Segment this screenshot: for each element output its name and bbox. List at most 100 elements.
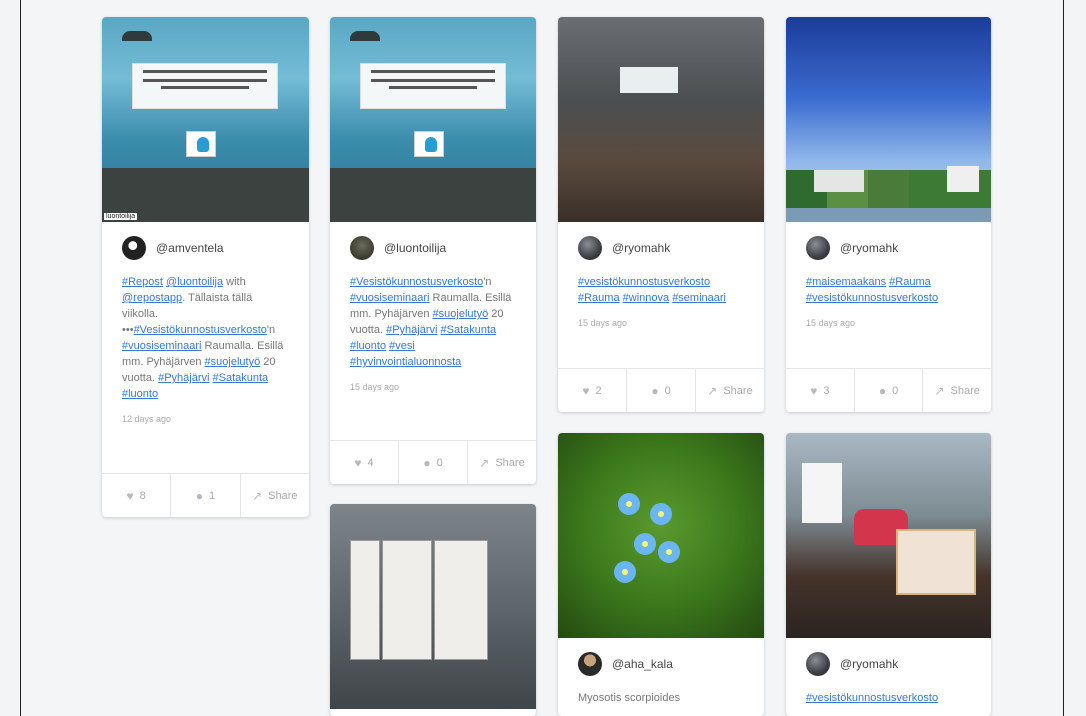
hashtag-link[interactable]: #Rauma xyxy=(578,292,620,304)
hashtag-link[interactable]: #vesistökunnostusverkosto xyxy=(806,692,938,704)
image-building xyxy=(814,170,864,192)
author-handle[interactable]: @ryomahk xyxy=(612,241,670,255)
avatar[interactable] xyxy=(806,236,830,260)
hashtag-link[interactable]: @repostapp xyxy=(122,292,182,304)
image-panel xyxy=(382,540,432,660)
hashtag-link[interactable]: #luonto xyxy=(122,388,158,400)
avatar[interactable] xyxy=(122,236,146,260)
share-button[interactable]: ↗ Share xyxy=(696,369,764,412)
like-button[interactable]: ♥ 8 xyxy=(102,474,172,517)
image-poster xyxy=(802,463,842,523)
hashtag-link[interactable]: #seminaari xyxy=(672,292,726,304)
post-card[interactable] xyxy=(330,504,536,716)
hashtag-link[interactable]: @luontoilija xyxy=(166,276,223,288)
post-author[interactable]: @amventela xyxy=(122,236,289,260)
share-icon: ↗ xyxy=(252,488,263,503)
share-label: Share xyxy=(495,456,525,469)
window-border-left xyxy=(20,0,21,716)
post-image[interactable] xyxy=(786,433,991,638)
hashtag-link[interactable]: #vuosiseminaari xyxy=(350,292,429,304)
share-button[interactable]: ↗ Share xyxy=(241,474,309,517)
hashtag-link[interactable]: #Pyhäjärvi xyxy=(158,372,209,384)
caption-text: with xyxy=(223,276,246,288)
heart-icon: ♥ xyxy=(354,455,362,470)
post-image[interactable] xyxy=(558,17,764,222)
window-border-right xyxy=(1063,0,1064,716)
post-card[interactable]: @ryomahk #vesistökunnostusverkosto xyxy=(786,433,991,716)
like-button[interactable]: ♥ 2 xyxy=(558,369,627,412)
hashtag-link[interactable]: #Repost xyxy=(122,276,163,288)
image-flower xyxy=(618,493,640,515)
post-card[interactable]: @ryomahk #maisemaakans #Rauma #vesistöku… xyxy=(786,17,991,412)
post-card[interactable]: luontoilija @amventela #Repost @luontoil… xyxy=(102,17,309,517)
hashtag-link[interactable]: #Rauma xyxy=(889,276,931,288)
hashtag-link[interactable]: #Satakunta xyxy=(213,372,269,384)
hashtag-link[interactable]: #vesistökunnostusverkosto xyxy=(806,292,938,304)
share-button[interactable]: ↗ Share xyxy=(468,441,536,484)
heart-icon: ♥ xyxy=(126,488,134,503)
post-image[interactable] xyxy=(786,17,991,222)
post-image[interactable]: luontoilija xyxy=(102,17,309,222)
hashtag-link[interactable]: #Vesistökunnostusverkosto xyxy=(350,276,483,288)
image-water xyxy=(786,208,991,222)
avatar[interactable] xyxy=(350,236,374,260)
image-panel xyxy=(434,540,488,660)
comment-button[interactable]: ● 0 xyxy=(399,441,468,484)
hashtag-link[interactable]: #vesi xyxy=(389,340,415,352)
author-handle[interactable]: @aha_kala xyxy=(612,657,673,671)
author-handle[interactable]: @ryomahk xyxy=(840,657,898,671)
image-flower xyxy=(650,503,672,525)
hashtag-link[interactable]: #maisemaakans xyxy=(806,276,886,288)
avatar[interactable] xyxy=(806,652,830,676)
comment-button[interactable]: ● 0 xyxy=(855,369,924,412)
post-time: 12 days ago xyxy=(122,414,172,424)
hashtag-link[interactable]: #luonto xyxy=(350,340,386,352)
post-author[interactable]: @ryomahk xyxy=(806,652,971,676)
like-count: 4 xyxy=(367,456,374,469)
post-author[interactable]: @aha_kala xyxy=(578,652,744,676)
post-author[interactable]: @ryomahk xyxy=(578,236,744,260)
comment-icon: ● xyxy=(878,383,887,398)
share-label: Share xyxy=(950,384,980,397)
hashtag-link[interactable]: #vuosiseminaari xyxy=(122,340,201,352)
post-actions: ♥ 2 ● 0 ↗ Share xyxy=(558,368,764,412)
image-island xyxy=(122,31,152,41)
hashtag-link[interactable]: #vesistökunnostusverkosto xyxy=(578,276,710,288)
author-handle[interactable]: @ryomahk xyxy=(840,241,898,255)
post-image[interactable] xyxy=(330,504,536,709)
hashtag-link[interactable]: #Vesistökunnostusverkosto xyxy=(134,324,267,336)
post-card[interactable]: @aha_kala Myosotis scorpioides xyxy=(558,433,764,716)
share-button[interactable]: ↗ Share xyxy=(923,369,991,412)
comment-button[interactable]: ● 1 xyxy=(171,474,241,517)
hashtag-link[interactable]: #suojelutyö xyxy=(205,356,261,368)
post-card[interactable]: @ryomahk #vesistökunnostusverkosto #Raum… xyxy=(558,17,764,412)
post-card[interactable]: @luontoilija #Vesistökunnostusverkosto'n… xyxy=(330,17,536,484)
share-icon: ↗ xyxy=(479,455,490,470)
hashtag-link[interactable]: #suojelutyö xyxy=(433,308,489,320)
like-button[interactable]: ♥ 4 xyxy=(330,441,399,484)
avatar[interactable] xyxy=(578,236,602,260)
post-image[interactable] xyxy=(558,433,764,638)
avatar[interactable] xyxy=(578,652,602,676)
hashtag-link[interactable]: #winnova xyxy=(623,292,669,304)
share-icon: ↗ xyxy=(707,383,718,398)
hashtag-link[interactable]: #hyvinvointialuonnosta xyxy=(350,356,461,368)
post-image[interactable] xyxy=(330,17,536,222)
caption-text: Myosotis scorpioides xyxy=(578,692,681,704)
hashtag-link[interactable]: #Satakunta xyxy=(441,324,497,336)
image-slide-title xyxy=(132,63,278,109)
post-author[interactable]: @luontoilija xyxy=(350,236,516,260)
like-button[interactable]: ♥ 3 xyxy=(786,369,855,412)
author-handle[interactable]: @amventela xyxy=(156,241,224,255)
post-author[interactable]: @ryomahk xyxy=(806,236,971,260)
comment-count: 1 xyxy=(209,489,216,502)
post-actions: ♥ 3 ● 0 ↗ Share xyxy=(786,368,991,412)
image-panel xyxy=(350,540,380,660)
share-label: Share xyxy=(723,384,753,397)
comment-icon: ● xyxy=(423,455,431,470)
image-slide-logo xyxy=(186,131,216,157)
comment-count: 0 xyxy=(436,456,443,469)
author-handle[interactable]: @luontoilija xyxy=(384,241,446,255)
comment-button[interactable]: ● 0 xyxy=(627,369,696,412)
hashtag-link[interactable]: #Pyhäjärvi xyxy=(386,324,437,336)
